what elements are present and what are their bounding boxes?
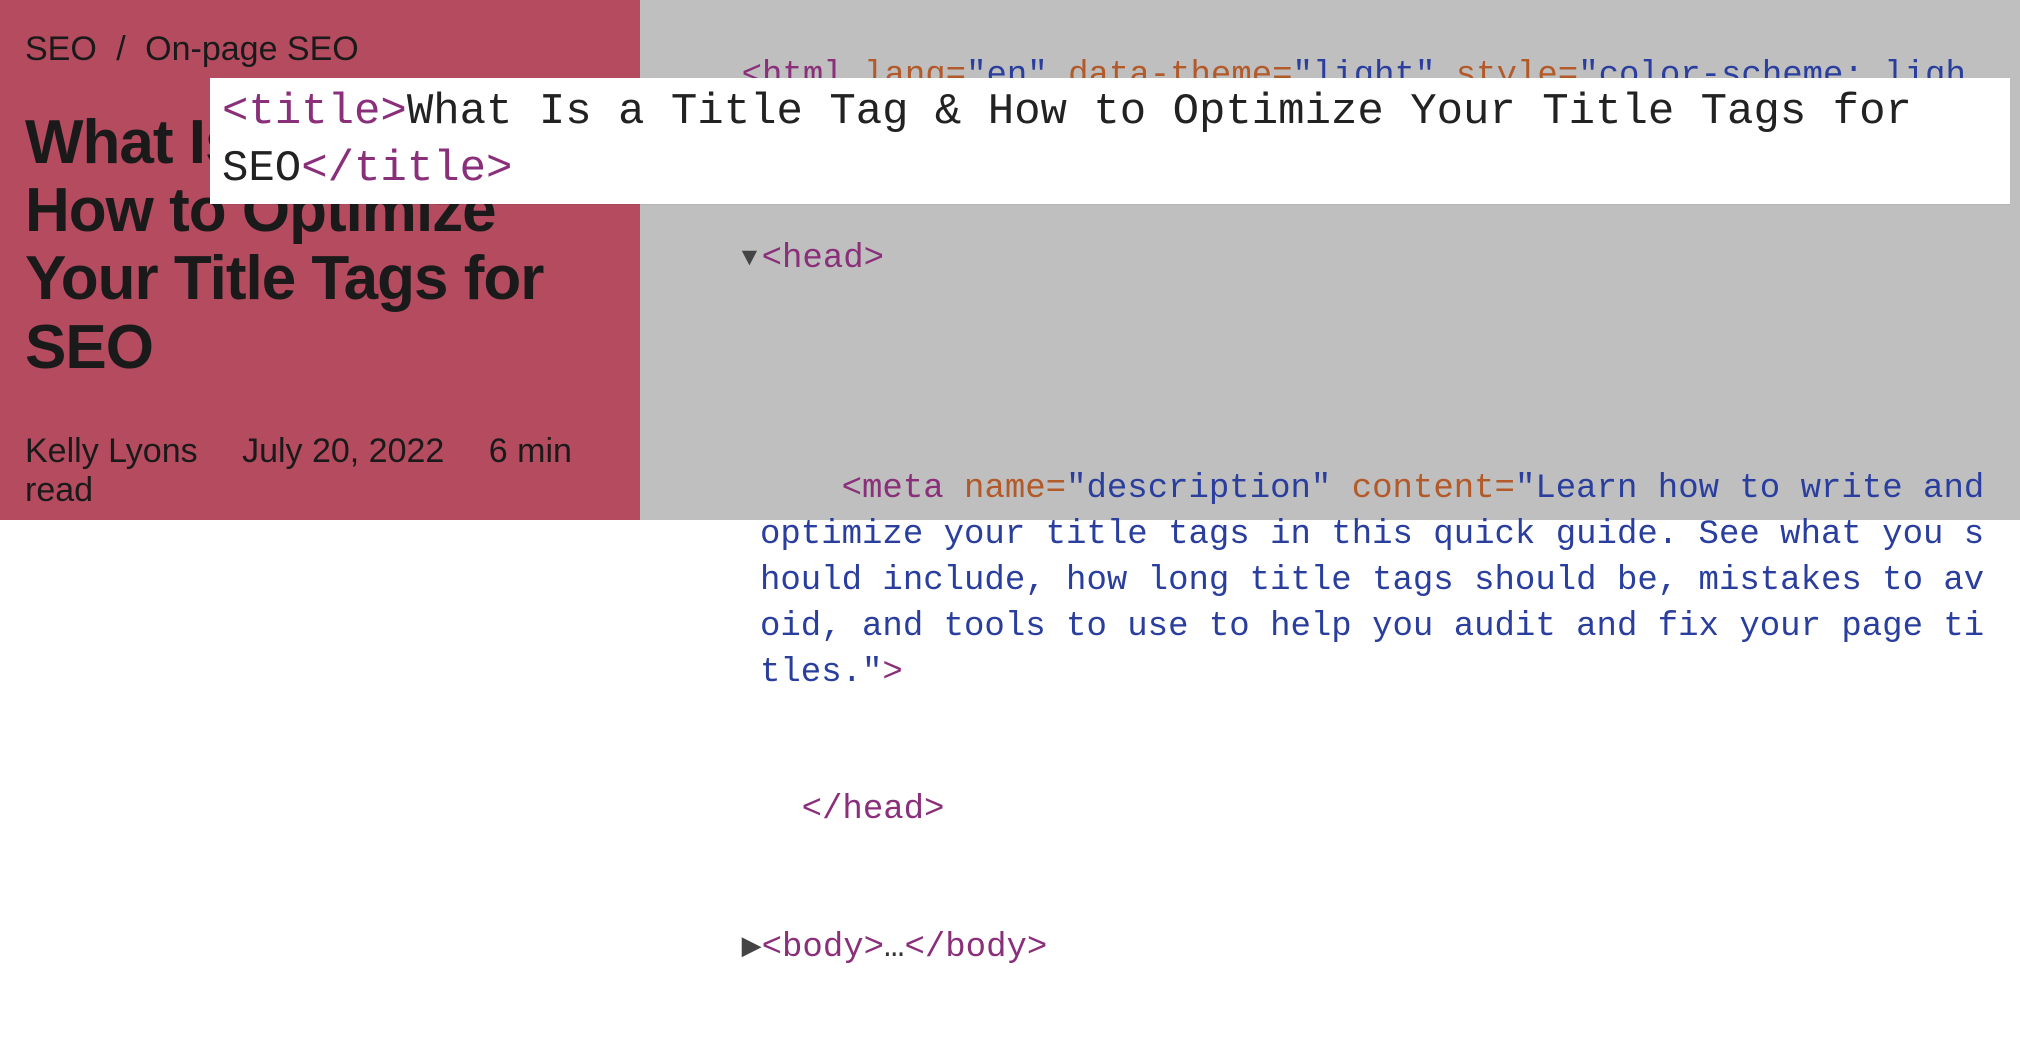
disclosure-triangle-right-icon[interactable]: ▶	[742, 930, 762, 965]
breadcrumb-root[interactable]: SEO	[25, 30, 97, 68]
article-author: Kelly Lyons	[25, 432, 198, 470]
code-meta-description: <meta name="description" content="Learn …	[660, 421, 2000, 742]
breadcrumb-current[interactable]: On-page SEO	[145, 30, 359, 68]
disclosure-triangle-down-icon[interactable]: ▼	[742, 241, 762, 276]
title-open-tag: <title>	[222, 87, 407, 137]
title-close-tag: </title>	[301, 144, 512, 194]
code-body[interactable]: ▶<body>…</body>	[660, 880, 2000, 1018]
code-html-close: </html>	[660, 1018, 2000, 1040]
article-meta: Kelly Lyons July 20, 2022 6 min read	[25, 432, 610, 510]
code-title-placeholder	[660, 329, 2000, 421]
article-date: July 20, 2022	[242, 432, 444, 470]
code-head-close: </head>	[660, 742, 2000, 880]
code-head-open[interactable]: ▼<head>	[660, 192, 2000, 330]
breadcrumb-separator: /	[116, 30, 125, 68]
title-tag-highlight-overlay: <title>What Is a Title Tag & How to Opti…	[210, 78, 2010, 204]
breadcrumb: SEO / On-page SEO	[25, 30, 610, 69]
